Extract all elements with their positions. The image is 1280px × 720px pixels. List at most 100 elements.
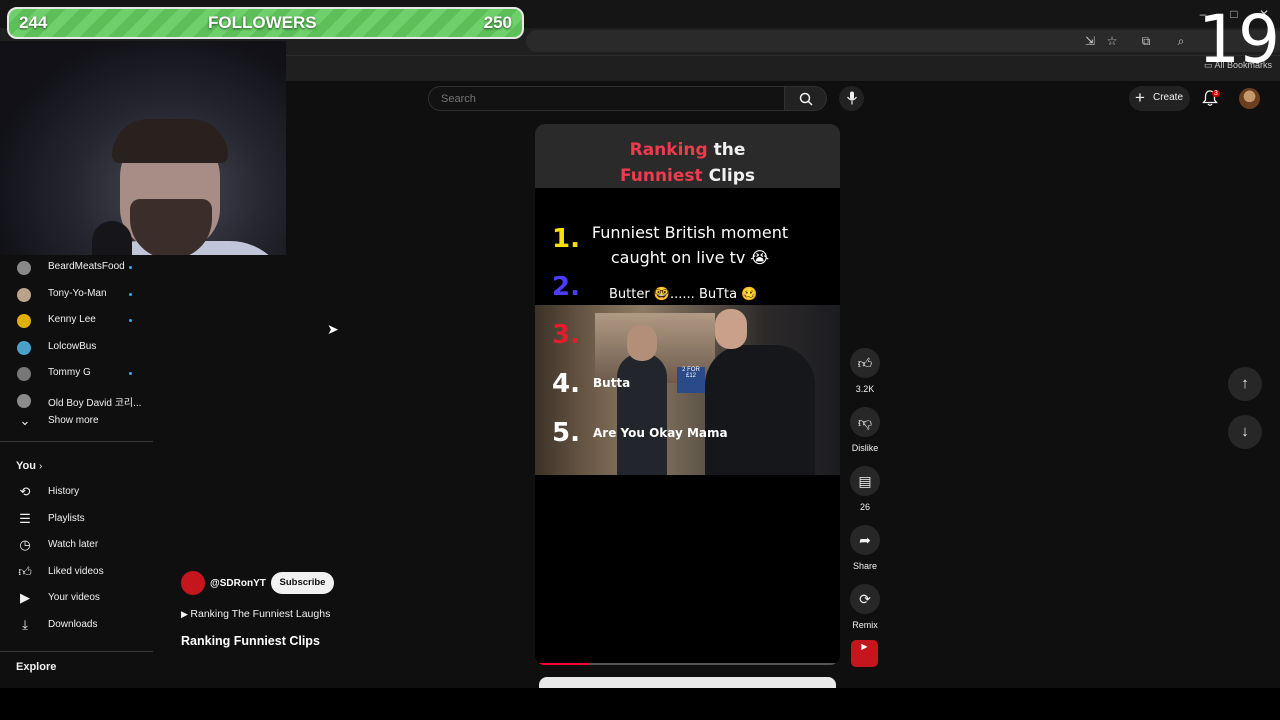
webcam-person-beard	[130, 199, 212, 255]
sidebar-item-playlists[interactable]: ☰ Playlists	[0, 507, 153, 533]
subscription-label: Tommy G	[48, 367, 91, 379]
create-label: Create	[1153, 92, 1184, 103]
remix-icon: ⟳	[850, 584, 880, 614]
play-icon: ▶	[181, 609, 191, 619]
channel-avatar	[17, 314, 31, 329]
sidebar-subscription[interactable]: BeardMeatsFood	[0, 255, 153, 281]
playlists-icon: ☰	[19, 510, 31, 526]
you-heading-label: You	[16, 460, 36, 472]
short-title-card: Ranking the Funniest Clips	[535, 124, 840, 188]
dislike-button[interactable]: 👎︎ Dislike	[850, 407, 880, 453]
user-avatar[interactable]	[1239, 88, 1260, 109]
title-line-1: Ranking the	[535, 140, 840, 160]
sidebar-subscription[interactable]: LolcowBus	[0, 335, 153, 361]
sidebar-subscription[interactable]: Tommy G	[0, 361, 153, 387]
followers-label: FOLLOWERS	[208, 13, 317, 32]
rank-5-text: Are You Okay Mama	[593, 426, 728, 440]
new-content-dot	[129, 319, 132, 323]
subscription-label: Old Boy David 코리...	[48, 398, 142, 409]
like-button[interactable]: 👍︎ 3.2K	[850, 348, 880, 394]
rank-2-text: Butter 🤓...... BuTta 🥴	[609, 287, 758, 302]
install-app-icon[interactable]: ⇲	[1082, 33, 1098, 49]
sidebar-item-label: Your videos	[48, 592, 100, 604]
previous-short-button[interactable]: ↑	[1228, 367, 1262, 401]
rank-5-number: 5.	[552, 418, 580, 448]
subscription-label: BeardMeatsFood	[48, 261, 125, 272]
remix-label: Remix	[852, 620, 878, 630]
title-rest-1: the	[707, 140, 746, 160]
plus-icon: +	[1135, 88, 1145, 107]
sidebar-item-label: Watch later	[48, 539, 99, 551]
playlist-link[interactable]: ▶ Ranking The Funniest Laughs	[181, 608, 330, 620]
comments-count: 26	[859, 502, 870, 512]
sidebar-item-downloads[interactable]: ⤓ Downloads	[0, 613, 153, 639]
your-videos-icon: ▶	[20, 590, 30, 606]
subscription-label: Tony-Yo-Man	[48, 287, 107, 299]
channel-logo-button[interactable]: ▶	[851, 640, 878, 667]
channel-avatar	[17, 394, 31, 408]
follower-goal-bar: 244 FOLLOWERS 250	[7, 7, 524, 39]
search-input[interactable]	[439, 92, 773, 106]
watch-later-icon: ◷	[19, 537, 31, 553]
show-more-button[interactable]: ⌄ Show more	[0, 409, 153, 435]
comments-button[interactable]: ▤ 26	[850, 466, 880, 512]
short-video-player[interactable]: Ranking the Funniest Clips 2 FOR £12 1. …	[535, 124, 840, 665]
tab-search-icon[interactable]: ⌕	[1173, 33, 1189, 49]
channel-avatar	[17, 340, 31, 355]
create-button[interactable]: + Create	[1129, 86, 1190, 111]
interviewee-head	[627, 325, 657, 361]
search-box[interactable]	[428, 86, 785, 111]
search-button[interactable]	[785, 86, 827, 111]
short-title: Ranking Funniest Clips	[181, 634, 320, 648]
interviewer-head	[715, 309, 747, 349]
sidebar-item-watch-later[interactable]: ◷ Watch later	[0, 533, 153, 559]
downloads-icon: ⤓	[22, 617, 28, 632]
sidebar-item-label: Liked videos	[48, 565, 104, 577]
voice-search-button[interactable]	[839, 86, 864, 111]
show-more-label: Show more	[48, 415, 99, 426]
channel-avatar[interactable]	[181, 571, 205, 595]
share-button[interactable]: ➦ Share	[850, 525, 880, 571]
shop-sign: 2 FOR £12	[677, 367, 705, 393]
next-short-button[interactable]: ↓	[1228, 415, 1262, 449]
channel-avatar	[17, 261, 31, 275]
sidebar-subscription[interactable]: Tony-Yo-Man	[0, 282, 153, 308]
bookmark-star-icon[interactable]: ☆	[1104, 33, 1120, 49]
you-heading[interactable]: You ›	[16, 460, 42, 472]
title-highlight-funniest: Funniest	[619, 166, 703, 186]
rank-4-text: Butta	[593, 376, 631, 390]
sidebar-item-history[interactable]: ⟲ History	[0, 480, 153, 506]
share-label: Share	[852, 561, 878, 571]
sidebar-item-your-videos[interactable]: ▶ Your videos	[0, 586, 153, 612]
new-content-dot	[129, 292, 132, 296]
rank-3-number: 3.	[552, 320, 580, 350]
liked-icon: 👍︎	[18, 563, 32, 579]
remix-button[interactable]: ⟳ Remix	[850, 584, 880, 630]
channel-handle[interactable]: @SDRonYT	[210, 578, 266, 589]
channel-avatar	[17, 287, 31, 302]
title-line-2: Funniest Clips	[535, 166, 840, 186]
thumbs-down-icon: 👎︎	[850, 407, 880, 437]
notification-badge: 3	[1212, 90, 1220, 97]
channel-avatar	[17, 367, 31, 382]
interviewee	[617, 353, 667, 475]
interviewer	[705, 345, 815, 475]
playlist-title: Ranking The Funniest Laughs	[190, 608, 331, 620]
new-content-dot	[129, 372, 132, 376]
sidebar-item-liked[interactable]: 👍︎ Liked videos	[0, 560, 153, 586]
extensions-icon[interactable]: ⧉	[1138, 33, 1154, 49]
address-bar[interactable]	[526, 30, 1280, 52]
webcam-overlay	[0, 41, 286, 255]
title-rest-2: Clips	[702, 166, 756, 186]
chevron-down-icon: ⌄	[19, 413, 31, 428]
sidebar-item-label: History	[48, 486, 80, 497]
new-content-dot	[129, 266, 132, 269]
subscribe-button[interactable]: Subscribe	[271, 572, 334, 594]
sidebar-subscription[interactable]: Kenny Lee	[0, 308, 153, 334]
subscription-label: LolcowBus	[48, 340, 97, 352]
mouse-cursor-icon: ➤	[327, 321, 339, 337]
arrow-up-icon: ↑	[1241, 375, 1249, 392]
subscription-label: Kenny Lee	[48, 314, 96, 326]
sidebar-divider	[0, 441, 153, 442]
sidebar-item-label: Downloads	[48, 619, 98, 630]
